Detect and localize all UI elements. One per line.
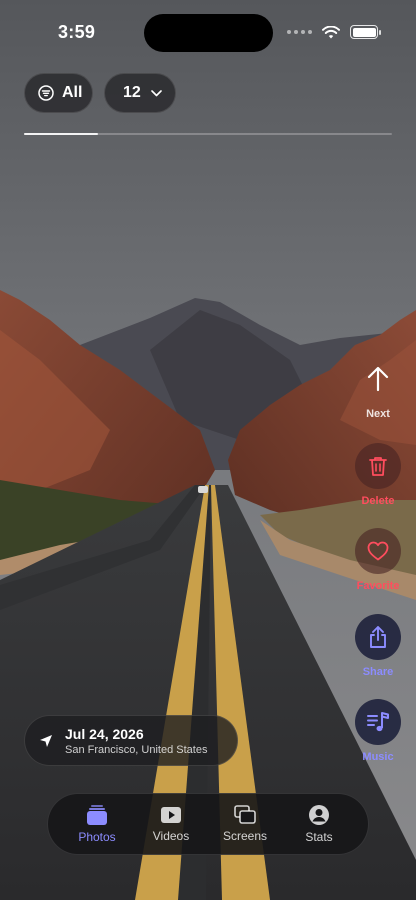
music-button[interactable]: Music <box>353 699 403 763</box>
favorite-label: Favorite <box>356 580 400 592</box>
photo-progress-bar <box>24 133 392 135</box>
tab-videos-label: Videos <box>152 829 190 843</box>
status-icons <box>287 25 381 39</box>
battery-icon <box>350 25 381 39</box>
delete-button[interactable]: Delete <box>353 443 403 507</box>
tab-photos-label: Photos <box>78 830 116 844</box>
location-text: Jul 24, 2026 San Francisco, United State… <box>65 726 207 756</box>
count-dropdown-label: 12 <box>123 84 141 101</box>
status-bar: 3:59 <box>0 0 416 60</box>
photo-progress-fill <box>24 133 98 135</box>
filter-icon <box>38 85 54 101</box>
photos-icon <box>87 805 107 825</box>
photo-date: Jul 24, 2026 <box>65 725 144 742</box>
heart-icon <box>367 541 389 561</box>
play-icon <box>161 807 181 823</box>
tab-bar: Photos Videos Screens Stats <box>47 793 369 855</box>
music-note-icon <box>367 712 389 732</box>
count-dropdown[interactable]: 12 <box>104 73 176 113</box>
music-label: Music <box>362 751 394 763</box>
wifi-icon <box>322 25 340 38</box>
status-time: 3:59 <box>58 22 96 42</box>
tab-photos[interactable]: Photos <box>62 804 132 844</box>
chevron-down-icon <box>150 89 162 96</box>
photo-viewer-screen: 3:59 All 12 Next Delete Favorite Share M… <box>0 0 416 900</box>
next-label: Next <box>366 408 390 420</box>
tab-stats-label: Stats <box>305 830 333 844</box>
delete-label: Delete <box>361 495 395 507</box>
tab-videos[interactable]: Videos <box>136 805 206 843</box>
next-button[interactable]: Next <box>353 356 403 420</box>
tab-screens-label: Screens <box>222 829 268 843</box>
screens-icon <box>234 805 256 824</box>
location-arrow-icon <box>40 734 52 747</box>
share-icon <box>370 626 386 648</box>
filter-all-label: All <box>62 84 83 101</box>
arrow-up-icon <box>367 366 389 392</box>
photo-place: San Francisco, United States <box>65 743 208 756</box>
tab-stats[interactable]: Stats <box>284 804 354 844</box>
cellular-icon <box>287 30 312 34</box>
share-label: Share <box>362 666 394 678</box>
filter-all-button[interactable]: All <box>24 73 93 113</box>
favorite-button[interactable]: Favorite <box>353 528 403 592</box>
location-card[interactable]: Jul 24, 2026 San Francisco, United State… <box>24 715 238 766</box>
tab-screens[interactable]: Screens <box>210 805 280 843</box>
person-icon <box>309 805 329 825</box>
trash-icon <box>369 457 387 476</box>
share-button[interactable]: Share <box>353 614 403 678</box>
dynamic-island <box>144 14 273 52</box>
